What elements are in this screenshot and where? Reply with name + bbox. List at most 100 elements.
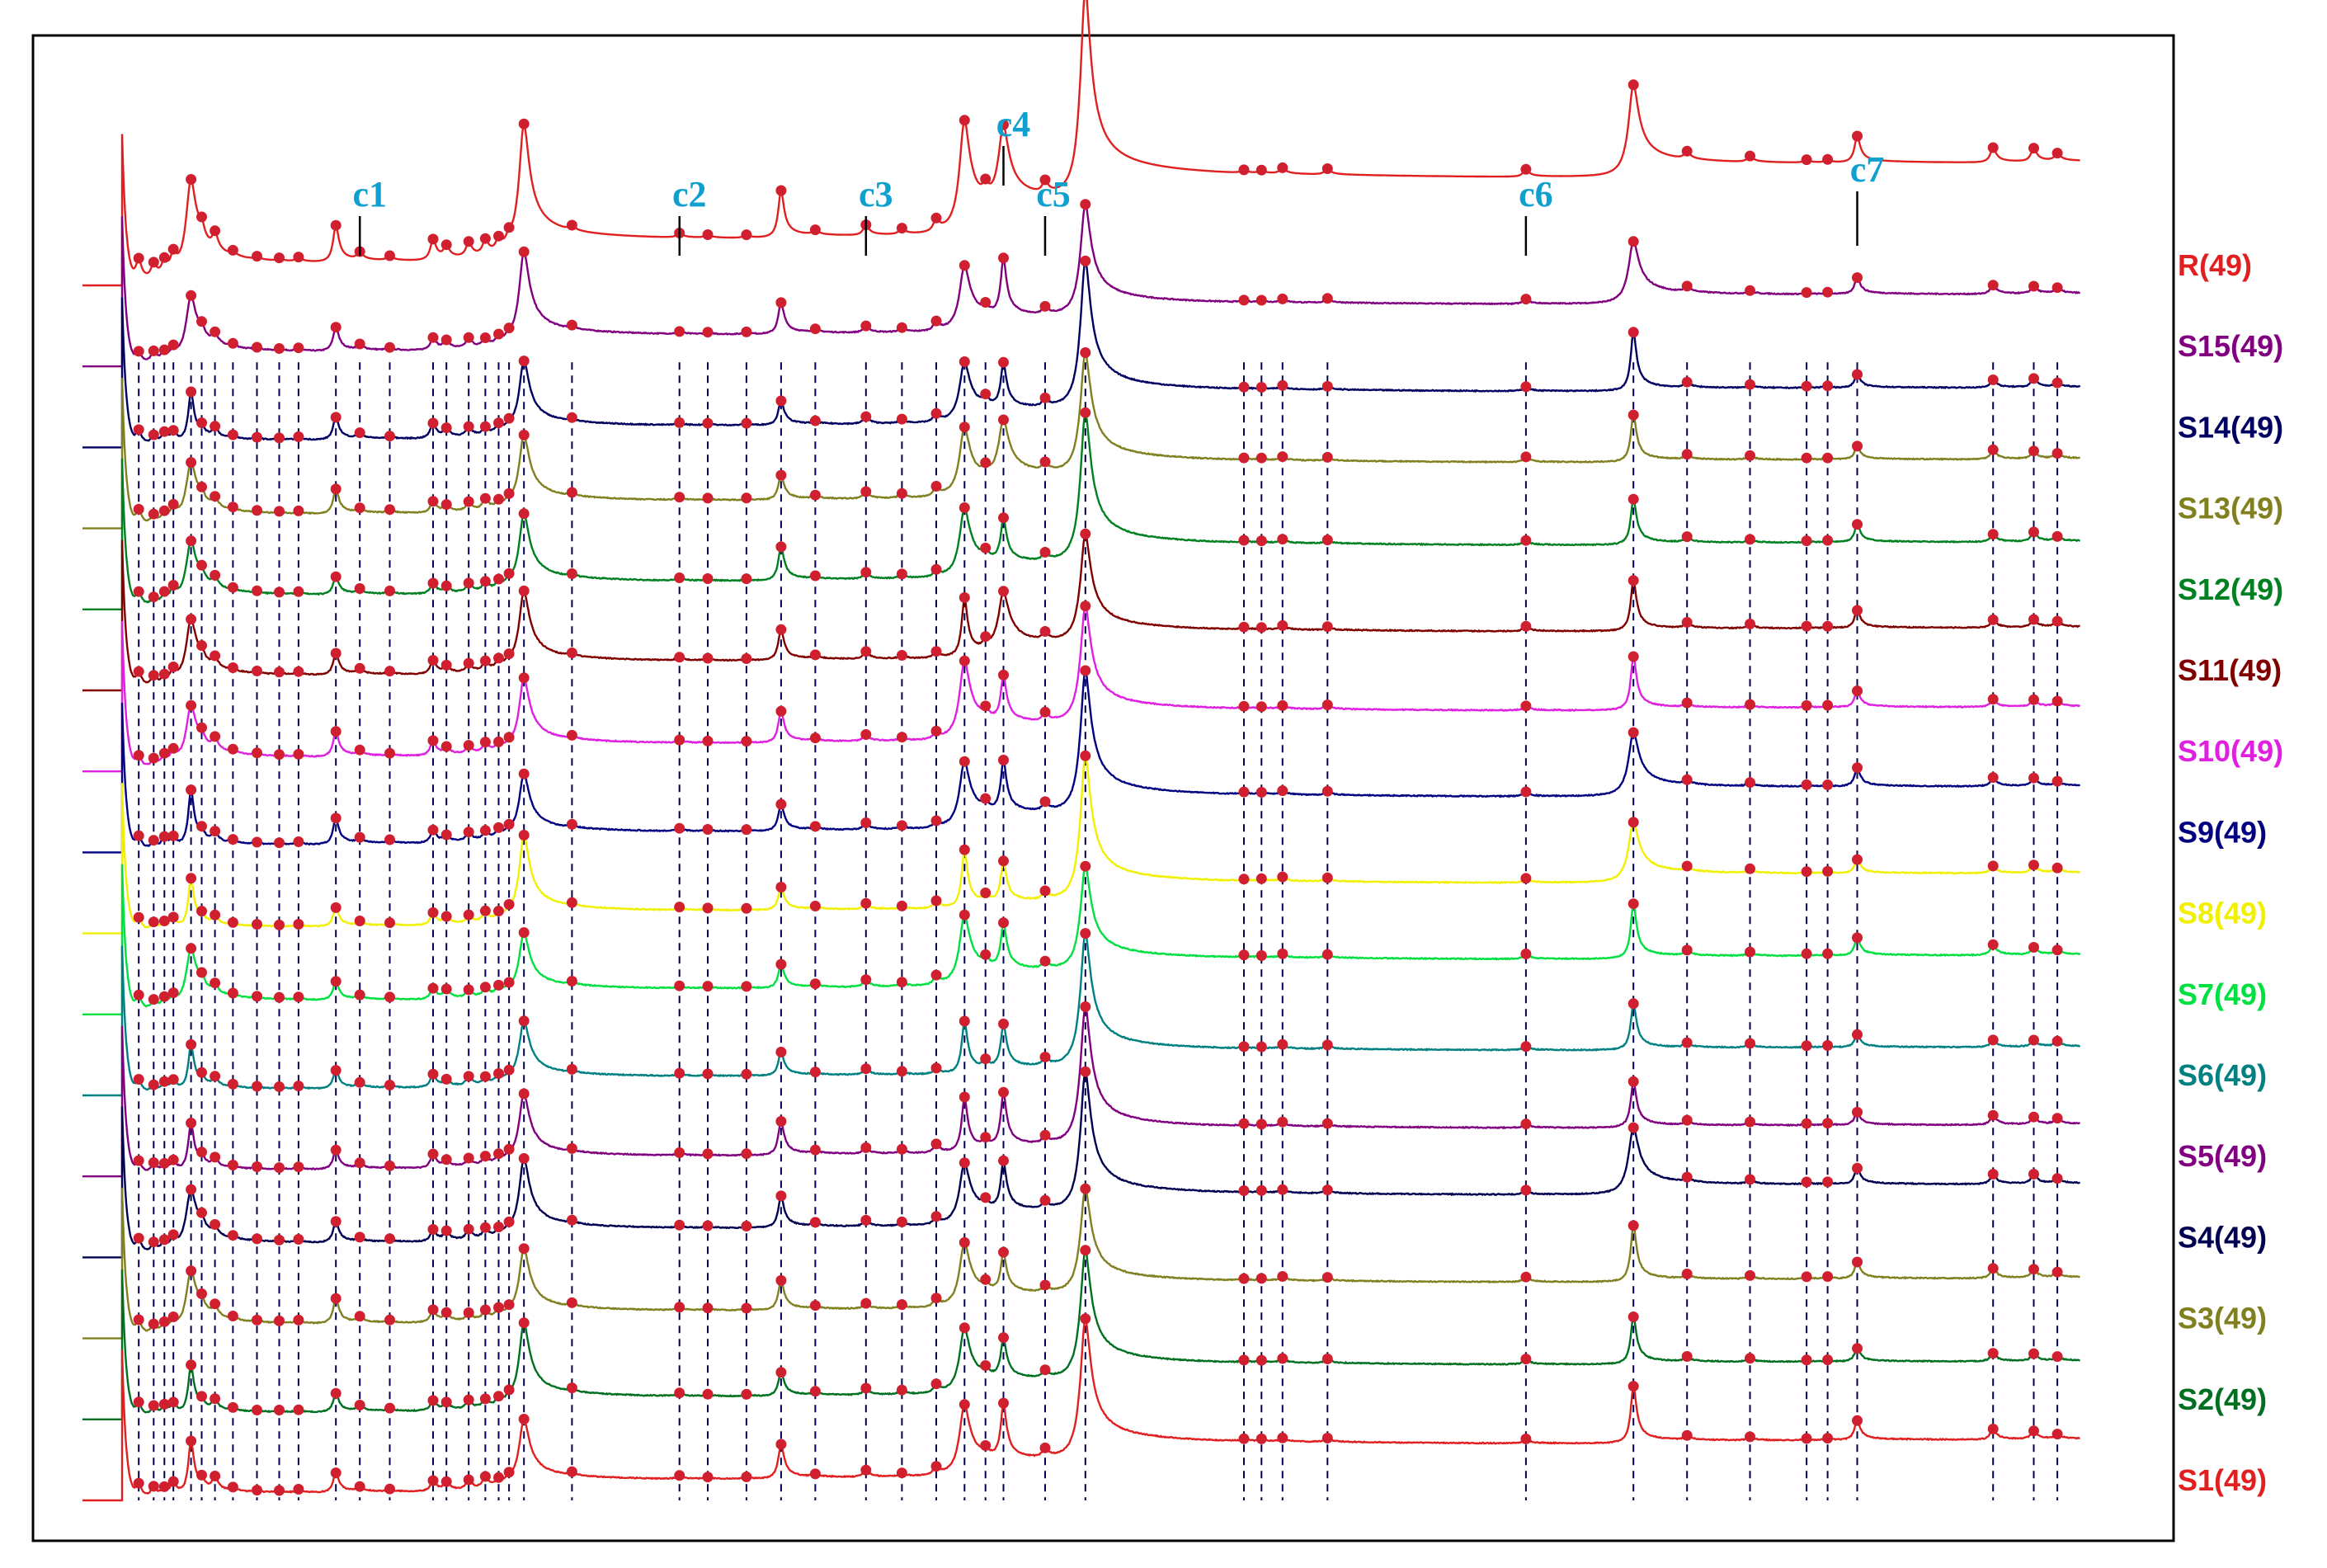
peak-marker (196, 1470, 207, 1481)
peak-marker (210, 491, 220, 501)
peak-marker (134, 912, 144, 923)
peak-marker (959, 1237, 970, 1248)
peak-marker (1520, 1434, 1531, 1444)
peak-marker (1852, 1415, 1863, 1426)
peak-marker (428, 1304, 439, 1315)
peak-marker (810, 323, 821, 334)
peak-marker (1277, 1354, 1288, 1364)
peak-marker (897, 1217, 907, 1227)
peak-marker (2028, 1112, 2039, 1123)
peak-marker (703, 418, 714, 429)
peak-marker (1988, 143, 1999, 153)
peak-marker (2052, 531, 2063, 542)
peak-marker (148, 1236, 159, 1247)
peak-marker (196, 212, 207, 223)
peak-marker (1277, 1184, 1288, 1195)
peak-marker (252, 342, 262, 353)
peak-marker (1822, 535, 1833, 546)
peak-marker (196, 482, 207, 492)
peak-marker (134, 831, 144, 841)
peak-marker (274, 252, 285, 263)
peak-marker (274, 343, 285, 354)
peak-marker (1628, 236, 1639, 247)
peak-marker (703, 573, 714, 584)
peak-marker (148, 509, 159, 520)
peak-marker (959, 1157, 970, 1168)
peak-marker (810, 1300, 821, 1311)
peak-marker (810, 649, 821, 660)
peak-marker (134, 504, 144, 515)
peak-marker (1239, 1118, 1250, 1129)
peak-marker (1520, 294, 1531, 304)
peak-marker (959, 1322, 970, 1333)
peak-marker (1682, 1430, 1693, 1441)
peak-marker (148, 1319, 159, 1330)
peak-marker (897, 568, 907, 579)
peak-marker (931, 1138, 942, 1149)
peak-marker (519, 1089, 530, 1099)
peak-marker (897, 1467, 907, 1478)
peak-marker (1628, 494, 1639, 505)
peak-marker (1802, 154, 1812, 165)
peak-marker (480, 737, 491, 747)
series-label: S5(49) (2178, 1139, 2267, 1173)
peak-marker (196, 821, 207, 831)
peak-marker (293, 991, 304, 1002)
peak-marker (228, 245, 238, 256)
peak-marker (897, 1385, 907, 1396)
peak-marker (959, 1092, 970, 1103)
peak-marker (1520, 164, 1531, 175)
peak-marker (252, 919, 262, 930)
peak-marker (210, 1298, 220, 1309)
peak-marker (2052, 378, 2063, 388)
peak-marker (274, 920, 285, 930)
peak-marker (493, 822, 504, 833)
peak-marker (2028, 695, 2039, 705)
peak-marker (519, 1317, 530, 1328)
peak-marker (1745, 777, 1755, 788)
peak-marker (1745, 1117, 1755, 1128)
peak-marker (931, 896, 942, 906)
peak-marker (2028, 445, 2039, 456)
peak-marker (159, 1399, 170, 1410)
peak-marker (148, 753, 159, 764)
series-label: S14(49) (2178, 410, 2283, 444)
peak-marker (293, 1234, 304, 1245)
peak-marker (1822, 1271, 1833, 1282)
peak-marker (1682, 1038, 1693, 1048)
peak-marker (1628, 1311, 1639, 1322)
peak-marker (519, 1243, 530, 1254)
peak-marker (1988, 1263, 1999, 1274)
peak-marker (998, 586, 1009, 596)
peak-marker (210, 651, 220, 662)
peak-marker (293, 836, 304, 847)
peak-marker (134, 1396, 144, 1407)
peak-marker (897, 488, 907, 499)
peak-marker (480, 233, 491, 244)
peak-marker (384, 917, 395, 928)
peak-marker (1256, 453, 1267, 464)
peak-marker (331, 1293, 342, 1304)
peak-marker (931, 816, 942, 826)
peak-marker (134, 1233, 144, 1244)
peak-marker (1852, 131, 1863, 142)
peak-marker (1520, 1272, 1531, 1283)
peak-marker (1802, 621, 1812, 632)
peak-marker (1520, 700, 1531, 711)
peak-marker (1822, 779, 1833, 790)
peak-marker (860, 729, 871, 740)
peak-marker (1822, 1433, 1833, 1443)
common-peak-label: c6 (1519, 174, 1553, 214)
common-peak-label: c5 (1036, 174, 1071, 214)
peak-marker (274, 666, 285, 677)
peak-marker (134, 990, 144, 1001)
peak-marker (674, 652, 685, 662)
peak-marker (1628, 1076, 1639, 1087)
peak-marker (148, 835, 159, 845)
peak-marker (741, 1389, 751, 1400)
peak-marker (1322, 621, 1333, 632)
peak-marker (196, 906, 207, 916)
peak-marker (504, 977, 515, 988)
peak-marker (428, 578, 439, 589)
peak-marker (2028, 614, 2039, 625)
